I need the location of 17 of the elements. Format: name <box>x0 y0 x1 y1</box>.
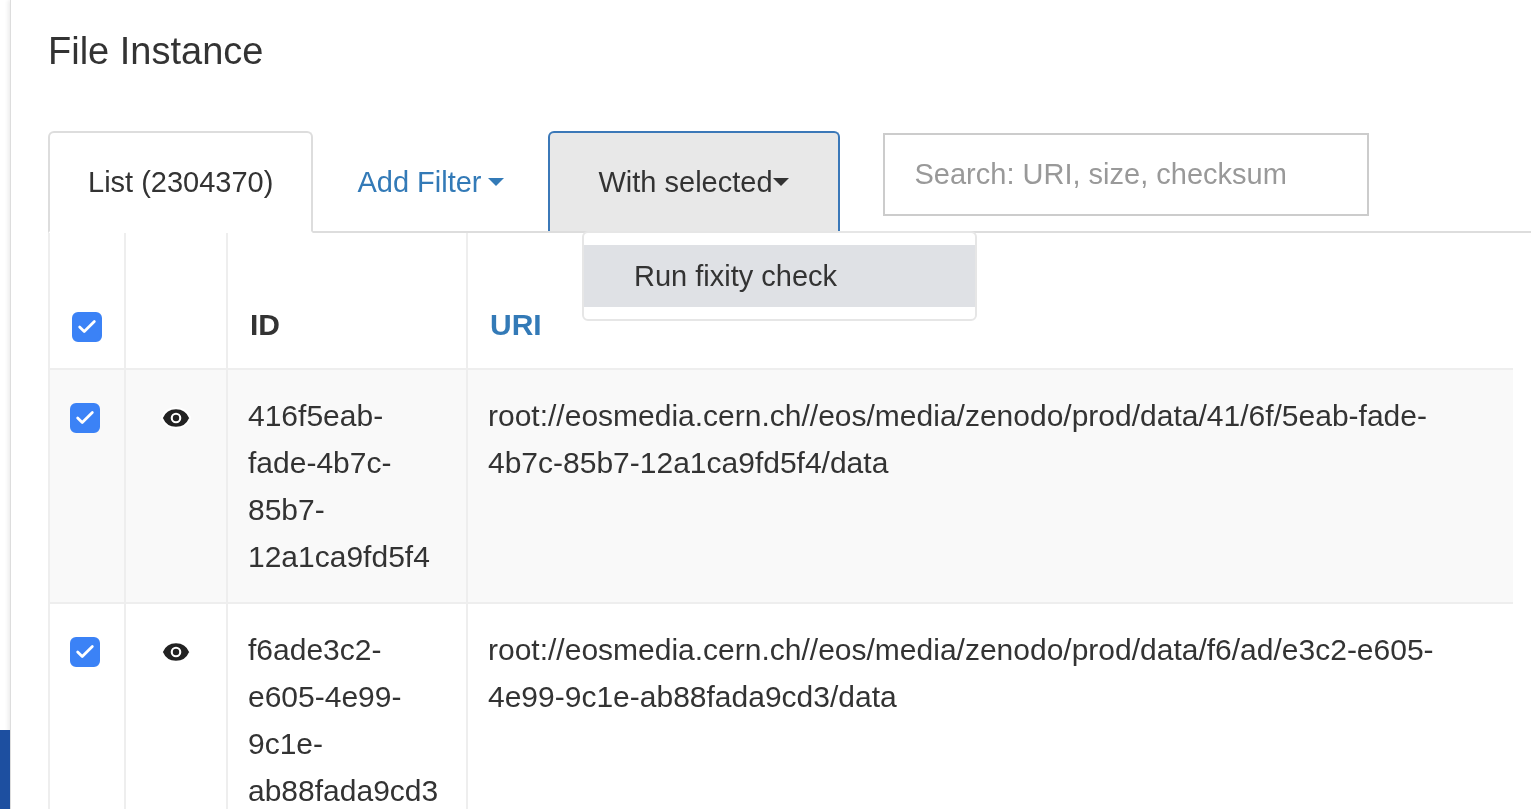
menu-item[interactable]: Run fixity check <box>584 245 975 307</box>
table-cell: f6ade3c2-e605-4e99-9c1e-ab88fada9cd3 <box>248 633 439 807</box>
checkbox[interactable] <box>70 403 100 434</box>
table-cell: 416f5eab-fade-4b7c-85b7-12a1ca9fd5f4 <box>248 399 430 573</box>
list-tab[interactable]: List (2304370) <box>48 131 314 233</box>
column-header: ID <box>250 308 280 341</box>
with-selected-button[interactable]: With selected <box>547 131 840 231</box>
checkbox[interactable] <box>72 312 102 342</box>
table-cell: root://eosmedia.cern.ch//eos/media/zenodo/prod/data/41/6f/5eab-fade-4b7c-85b7-12a1ca9fd5f4/data <box>488 399 1427 479</box>
page-title: File Instance <box>48 30 265 73</box>
table-cell: root://eosmedia.cern.ch//eos/media/zenodo/prod/data/f6/ad/e3c2-e605-4e99-9c1e-ab88fada9cd3/data <box>488 633 1434 713</box>
checkbox[interactable] <box>70 637 100 668</box>
add-filter-link[interactable]: Add Filter <box>313 131 548 233</box>
search-field[interactable]: Search: URI, size, checksum <box>882 133 1369 216</box>
caret-icon <box>487 178 504 186</box>
caret-icon <box>772 178 789 186</box>
column-header-link[interactable]: URI <box>490 308 542 341</box>
